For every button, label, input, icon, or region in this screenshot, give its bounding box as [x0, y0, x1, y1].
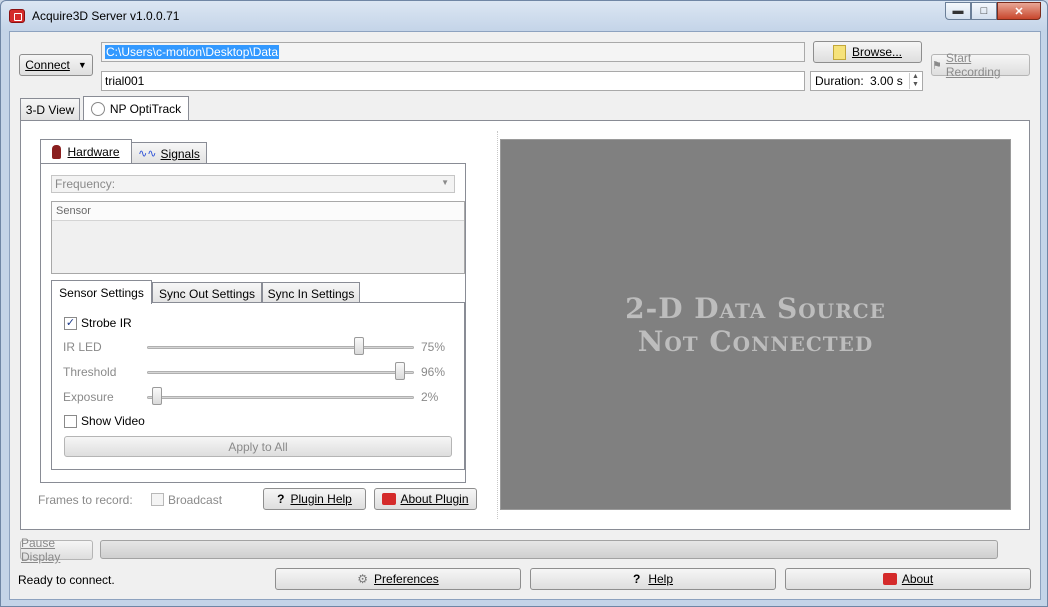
camera-icon — [52, 144, 62, 159]
help-button[interactable]: ? Help — [530, 568, 776, 590]
app-window: Acquire3D Server v1.0.0.71 ▬ □ ✕ Connect… — [0, 0, 1048, 607]
flag-icon: ⚑ — [932, 59, 942, 72]
start-recording-label: Start Recording — [945, 51, 1001, 79]
tab-sync-in-label: Sync In Settings — [267, 286, 355, 301]
sensor-column-header: Sensor — [52, 202, 464, 221]
connect-label: Connect — [25, 58, 70, 72]
tab-sensor-settings-label: Sensor Settings — [59, 285, 144, 300]
ir-led-slider-thumb[interactable] — [354, 337, 364, 355]
waveform-icon: ∿∿ — [138, 148, 157, 160]
frequency-dropdown[interactable]: Frequency: ▼ — [51, 175, 455, 193]
preferences-label: Preferences — [374, 572, 439, 586]
duration-spinbox[interactable]: Duration: 3.00 s ▲ ▼ — [810, 71, 923, 91]
tab-np-optitrack[interactable]: NP OptiTrack — [83, 96, 189, 120]
minimize-button[interactable]: ▬ — [945, 2, 971, 20]
app-logo-icon — [382, 493, 397, 505]
show-video-checkbox[interactable] — [64, 415, 77, 428]
threshold-label: Threshold — [63, 365, 117, 379]
video-preview: 2-D Data Source Not Connected — [500, 139, 1011, 510]
tab-signals-label: Signals — [160, 146, 200, 161]
radio-circle-icon — [90, 101, 105, 116]
browse-button[interactable]: Browse... — [813, 41, 922, 63]
browse-label: Browse... — [851, 45, 902, 59]
spinner-arrows-icon[interactable]: ▲ ▼ — [909, 73, 921, 89]
start-recording-button[interactable]: ⚑ Start Recording — [931, 51, 1030, 79]
trial-name-field[interactable]: trial001 — [101, 71, 805, 91]
threshold-slider-track[interactable] — [147, 371, 414, 374]
apply-to-all-label: Apply to All — [228, 439, 288, 454]
pause-display-button[interactable]: Pause Display — [20, 536, 93, 564]
tab-sync-in-settings[interactable]: Sync In Settings — [262, 282, 360, 304]
pause-display-label: Pause Display — [21, 536, 61, 564]
data-path-value: C:\Users\c-motion\Desktop\Data — [105, 45, 280, 59]
ir-led-value: 75% — [421, 340, 446, 354]
connect-button[interactable]: Connect ▼ — [19, 54, 93, 76]
duration-label: Duration: — [815, 74, 864, 88]
frequency-placeholder: Frequency: — [55, 177, 116, 191]
plugin-help-button[interactable]: ? Plugin Help — [263, 488, 366, 510]
maximize-button[interactable]: □ — [971, 2, 997, 20]
exposure-value: 2% — [421, 390, 439, 404]
app-logo-icon — [882, 573, 897, 585]
tab-sync-out-label: Sync Out Settings — [158, 286, 256, 301]
preview-status-line-1: 2-D Data Source — [625, 291, 886, 325]
tab-sensor-settings[interactable]: Sensor Settings — [51, 280, 152, 304]
ir-led-slider-track[interactable] — [147, 346, 414, 349]
trial-name-value: trial001 — [105, 74, 145, 88]
exposure-label: Exposure — [63, 390, 114, 404]
title-bar[interactable]: Acquire3D Server v1.0.0.71 ▬ □ ✕ — [1, 1, 1047, 31]
show-video-label: Show Video — [81, 414, 145, 428]
preferences-button[interactable]: ⚙ Preferences — [275, 568, 521, 590]
strobe-ir-checkbox[interactable]: ✓ — [64, 317, 77, 330]
app-logo-icon — [9, 9, 25, 23]
recording-progress-bar — [100, 540, 998, 559]
about-label: About — [901, 572, 934, 586]
status-text: Ready to connect. — [18, 573, 115, 587]
tab-signals[interactable]: ∿∿ Signals — [131, 142, 207, 164]
hardware-page: Frequency: ▼ Sensor Sensor Settings Sync… — [40, 163, 466, 483]
window-controls: ▬ □ ✕ — [945, 2, 1041, 20]
about-button[interactable]: About — [785, 568, 1031, 590]
tab-3d-view[interactable]: 3-D View — [20, 98, 80, 120]
close-button[interactable]: ✕ — [997, 2, 1041, 20]
data-path-field[interactable]: C:\Users\c-motion\Desktop\Data — [101, 42, 805, 62]
question-mark-icon: ? — [632, 572, 641, 586]
broadcast-checkbox[interactable] — [151, 493, 164, 506]
exposure-slider-thumb[interactable] — [152, 387, 162, 405]
preview-status-line-2: Not Connected — [637, 324, 874, 358]
tab-hardware-label: Hardware — [67, 144, 120, 159]
strobe-ir-label: Strobe IR — [81, 316, 132, 330]
client-area: Connect ▼ C:\Users\c-motion\Desktop\Data… — [9, 31, 1041, 600]
window-title: Acquire3D Server v1.0.0.71 — [32, 9, 180, 23]
exposure-slider-track[interactable] — [147, 396, 414, 399]
duration-value: 3.00 s — [870, 74, 903, 88]
tab-hardware[interactable]: Hardware — [40, 139, 132, 163]
threshold-value: 96% — [421, 365, 446, 379]
threshold-slider-thumb[interactable] — [395, 362, 405, 380]
frames-to-record-label: Frames to record: — [38, 493, 133, 507]
tab-3d-view-label: 3-D View — [25, 102, 75, 117]
gear-icon: ⚙ — [357, 572, 369, 586]
chevron-down-icon: ▼ — [441, 178, 449, 187]
folder-icon — [832, 44, 846, 60]
question-mark-icon: ? — [277, 492, 285, 506]
about-plugin-button[interactable]: About Plugin — [374, 488, 477, 510]
plugin-help-label: Plugin Help — [290, 492, 352, 506]
tab-sync-out-settings[interactable]: Sync Out Settings — [152, 282, 262, 304]
about-plugin-label: About Plugin — [400, 492, 469, 506]
sensor-settings-page: ✓ Strobe IR IR LED 75% Threshold 96% Exp… — [51, 302, 465, 470]
tab-np-optitrack-label: NP OptiTrack — [109, 101, 182, 116]
sensor-list[interactable]: Sensor — [51, 201, 465, 274]
help-label: Help — [648, 572, 674, 586]
ir-led-label: IR LED — [63, 340, 102, 354]
chevron-down-icon: ▼ — [77, 60, 87, 70]
apply-to-all-button[interactable]: Apply to All — [64, 436, 452, 457]
broadcast-label: Broadcast — [168, 493, 223, 507]
panel-splitter[interactable] — [497, 131, 498, 519]
